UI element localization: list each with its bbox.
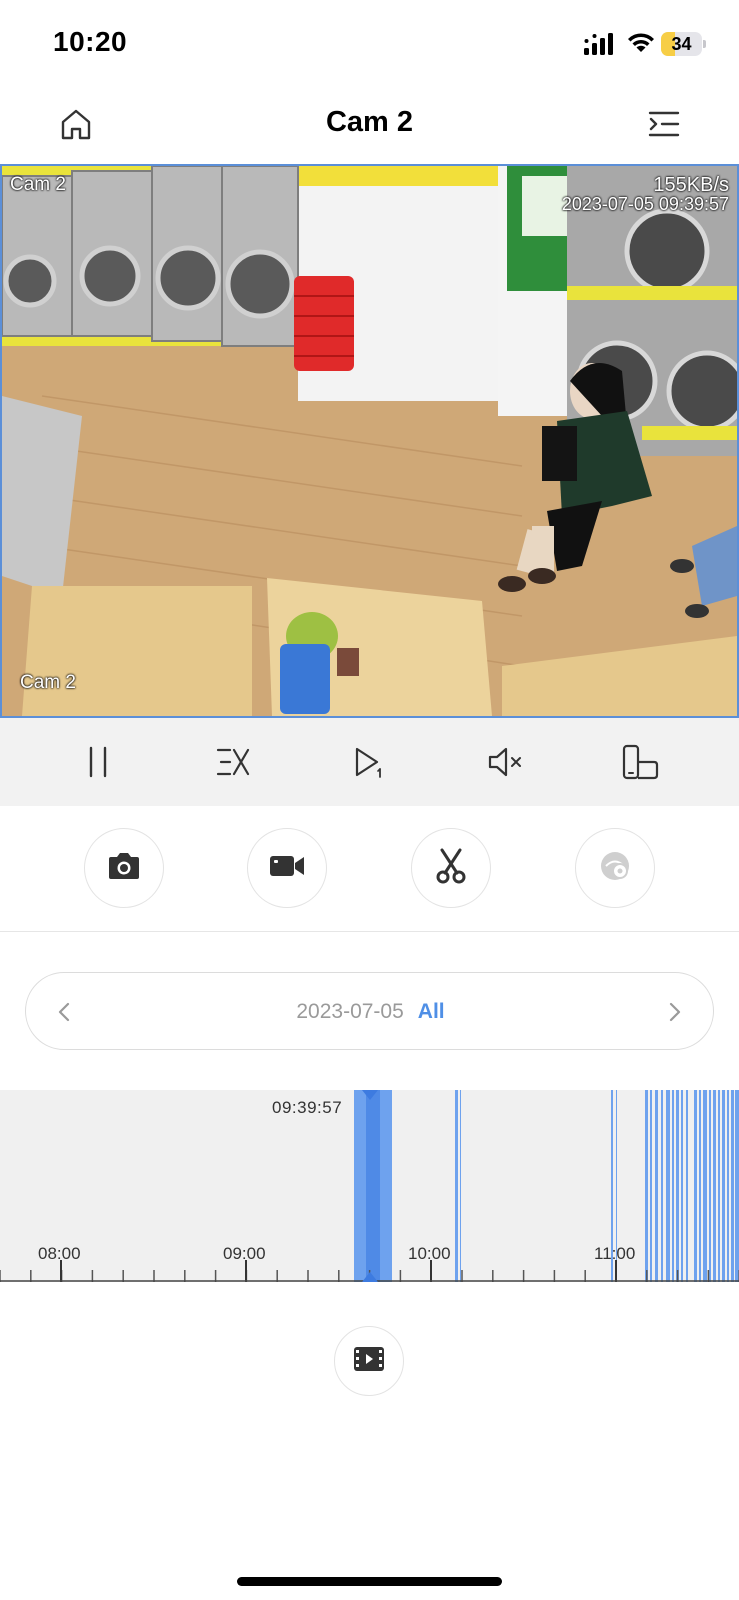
recording-segment [727, 1090, 729, 1282]
timeline-hour-label: 10:00 [408, 1244, 451, 1263]
video-camera-icon [268, 852, 306, 885]
recording-segment [709, 1090, 711, 1282]
speaker-muted-icon[interactable] [483, 740, 527, 784]
wifi-icon [626, 30, 656, 54]
rotate-screen-icon[interactable] [618, 740, 662, 784]
recording-segment [686, 1090, 688, 1282]
recording-segment [672, 1090, 674, 1282]
recording-segment [718, 1090, 720, 1282]
cellular-signal-icon [584, 33, 616, 55]
record-button[interactable] [247, 828, 327, 908]
nav-bar: Cam 2 [0, 88, 739, 164]
home-icon[interactable] [56, 104, 96, 144]
battery-icon: 34 [661, 32, 706, 56]
chevron-right-icon[interactable] [655, 992, 695, 1032]
playback-controls [0, 718, 739, 806]
recording-segment [650, 1090, 652, 1282]
camera-feed-image [2, 166, 737, 716]
recording-segment [703, 1090, 707, 1282]
date-value[interactable]: 2023-07-05 [296, 1000, 403, 1024]
recording-segment [722, 1090, 725, 1282]
recording-segment [655, 1090, 658, 1282]
recording-segment [713, 1090, 716, 1282]
timeline-hour-label: 08:00 [38, 1244, 81, 1263]
recording-segment [735, 1090, 739, 1282]
status-time: 10:20 [53, 26, 128, 57]
recording-segment [666, 1090, 670, 1282]
recording-segment [460, 1090, 461, 1282]
recording-list-button[interactable] [334, 1326, 404, 1396]
recording-segment [731, 1090, 734, 1282]
menu-collapse-icon[interactable] [646, 106, 682, 142]
clip-button[interactable] [411, 828, 491, 908]
page-title: Cam 2 [325, 106, 414, 138]
home-indicator [237, 1577, 502, 1586]
recording-segment [699, 1090, 701, 1282]
recording-filter[interactable]: All [418, 1000, 445, 1024]
privacy-button[interactable] [575, 828, 655, 908]
action-buttons [0, 806, 739, 932]
camera-icon [106, 851, 142, 886]
recording-segment [681, 1090, 683, 1282]
osd-camera-name-bottom: Cam 2 [20, 672, 76, 693]
recording-segment [694, 1090, 697, 1282]
chevron-left-icon[interactable] [44, 992, 84, 1032]
pause-icon[interactable] [76, 740, 120, 784]
snapshot-button[interactable] [84, 828, 164, 908]
eye-scan-icon [598, 849, 632, 888]
recording-segment [676, 1090, 679, 1282]
playback-timeline[interactable]: 09:39:57 08:00 09:00 10:00 11:00 [0, 1090, 739, 1282]
battery-percent: 34 [671, 34, 692, 54]
status-bar: 10:20 34 [0, 0, 739, 88]
recording-segment [645, 1090, 648, 1282]
frame-step-icon[interactable] [346, 740, 390, 784]
video-player[interactable]: Cam 2 155KB/s 2023-07-05 09:39:57 Cam 2 [0, 164, 739, 718]
film-strip-icon [352, 1344, 386, 1379]
osd-camera-name: Cam 2 [10, 174, 66, 195]
playback-speed-icon[interactable] [211, 740, 255, 784]
osd-timestamp: 2023-07-05 09:39:57 [561, 194, 729, 214]
recording-segment [661, 1090, 663, 1282]
recording-segment [366, 1090, 380, 1282]
timeline-hour-label: 09:00 [223, 1244, 266, 1263]
scissors-icon [435, 848, 467, 889]
date-selector: 2023-07-05 All [25, 972, 714, 1050]
timeline-hour-label: 11:00 [594, 1244, 636, 1263]
date-display: 2023-07-05 All [146, 973, 595, 1051]
timeline-current-time: 09:39:57 [272, 1098, 343, 1117]
recording-segment [455, 1090, 458, 1282]
